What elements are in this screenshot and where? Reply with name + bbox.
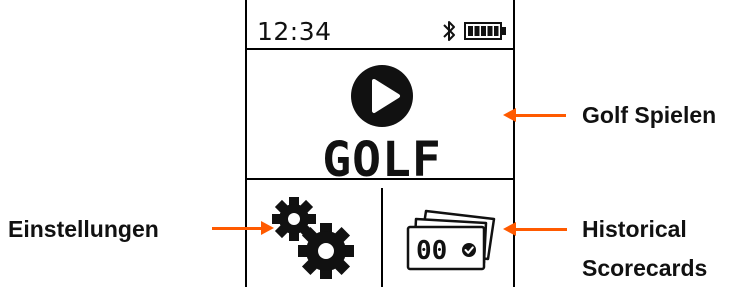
einstellungen-arrow bbox=[212, 227, 262, 230]
gears-icon bbox=[272, 197, 354, 279]
battery-full-icon bbox=[464, 22, 506, 40]
golf-label: GOLF bbox=[322, 132, 442, 188]
scorecards-icon: 00 bbox=[406, 209, 496, 271]
golf-spielen-label: Golf Spielen bbox=[582, 102, 717, 128]
scorecards-arrow bbox=[515, 228, 567, 231]
tile-divider bbox=[381, 188, 383, 287]
einstellungen-arrowhead bbox=[261, 221, 274, 235]
clock-time: 12:34 bbox=[257, 17, 332, 46]
bluetooth-icon bbox=[443, 21, 455, 41]
einstellungen-label: Einstellungen bbox=[8, 216, 159, 242]
scorecards-label: Scorecards bbox=[582, 255, 708, 281]
golf-spielen-arrow bbox=[515, 114, 566, 117]
scorecard-score-text: 00 bbox=[416, 236, 447, 266]
play-icon bbox=[351, 65, 413, 127]
historical-label: Historical bbox=[582, 216, 687, 242]
